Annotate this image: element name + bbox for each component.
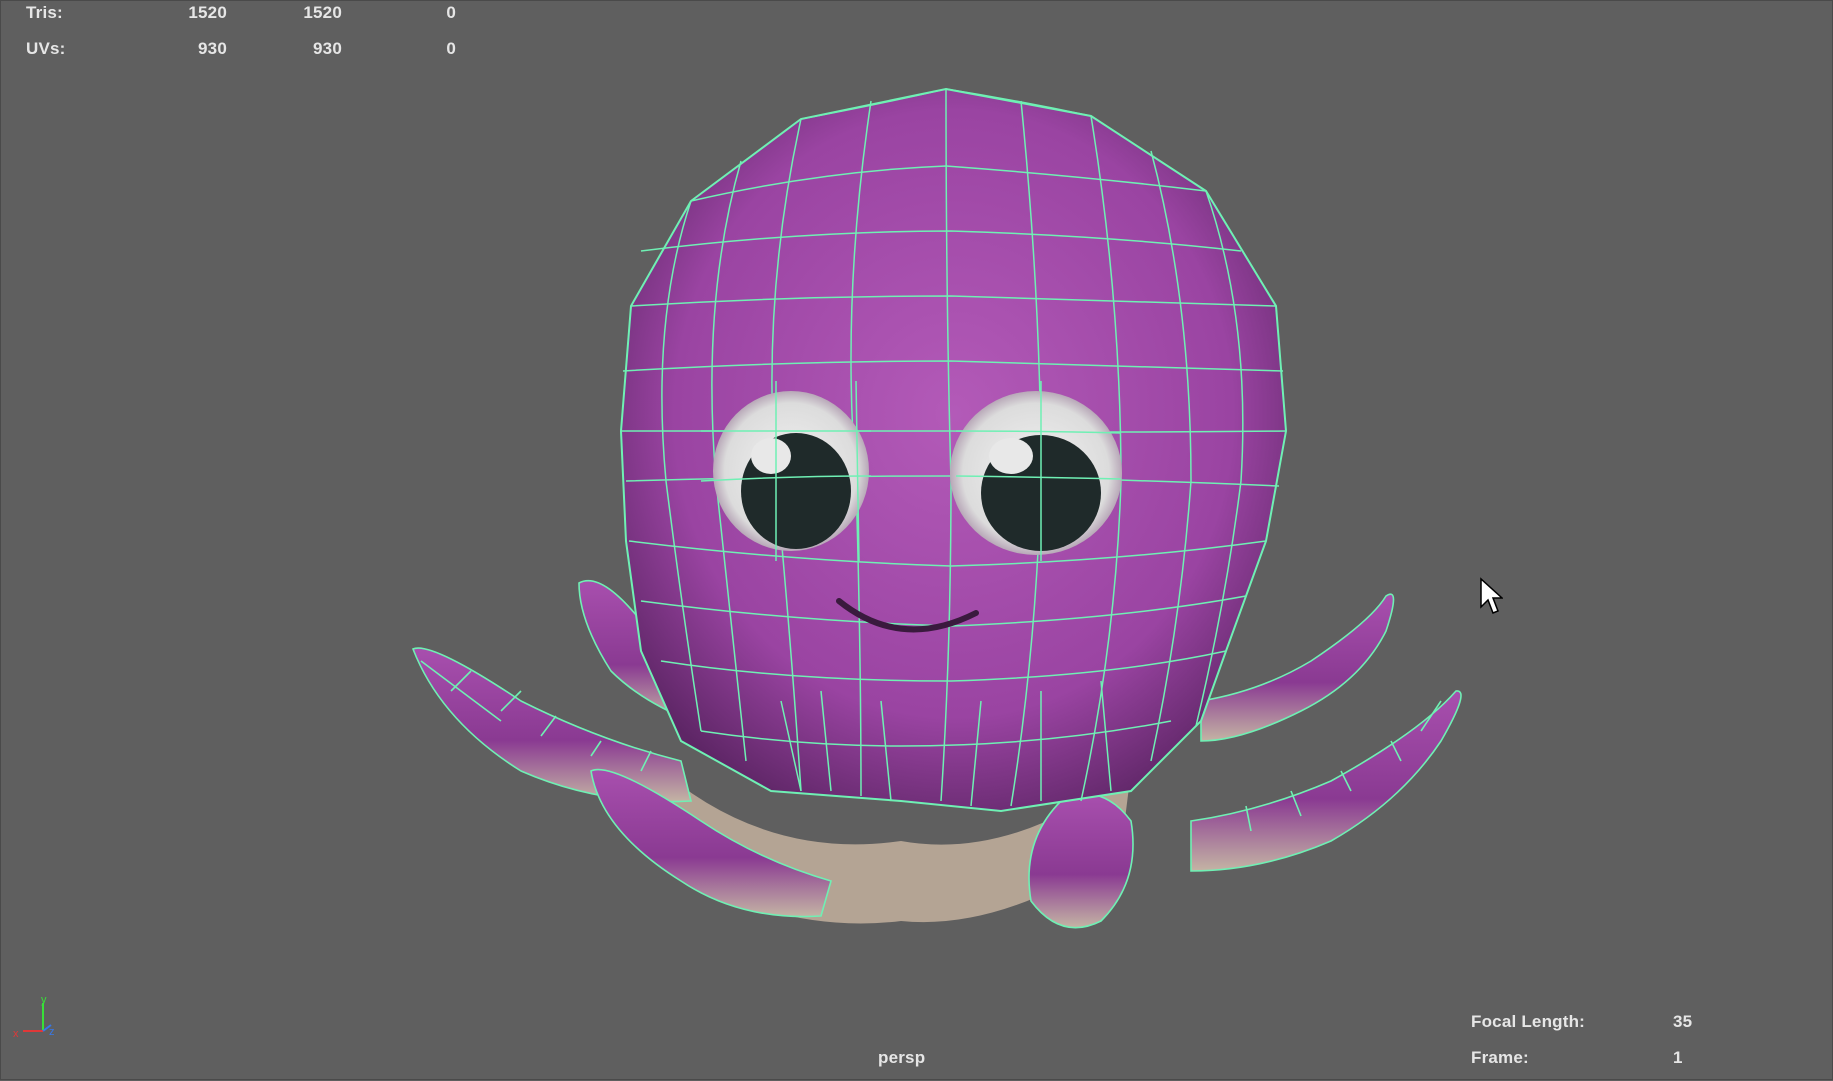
3d-viewport[interactable]: Tris: 1520 1520 0 UVs: 930 930 0 y x z p… bbox=[0, 0, 1833, 1080]
mouse-cursor-icon bbox=[1480, 577, 1503, 614]
camera-name: persp bbox=[878, 1048, 926, 1067]
frame-label: Frame: bbox=[1471, 1048, 1529, 1067]
axis-y-label: y bbox=[41, 994, 47, 1006]
octopus-eye-left bbox=[713, 391, 869, 551]
focal-length-value: 35 bbox=[1673, 1012, 1693, 1031]
view-axis-icon: y x z bbox=[13, 994, 55, 1040]
axis-z-label: z bbox=[49, 1026, 55, 1038]
octopus-eye-right bbox=[950, 391, 1122, 555]
octopus-model[interactable] bbox=[1, 1, 1833, 1081]
axis-x-label: x bbox=[13, 1028, 19, 1040]
focal-length-label: Focal Length: bbox=[1471, 1012, 1586, 1031]
frame-value: 1 bbox=[1673, 1048, 1683, 1067]
